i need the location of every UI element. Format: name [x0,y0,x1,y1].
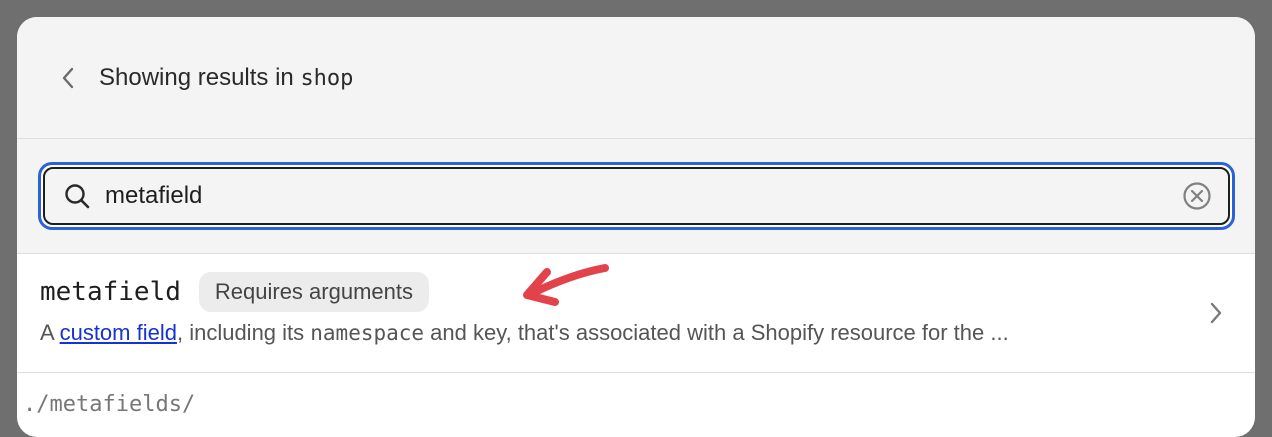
search-box [38,162,1235,230]
annotation-arrow-icon [523,264,609,306]
requires-arguments-badge: Requires arguments [198,272,429,312]
desc-mid: , including its [176,320,311,345]
search-area [17,139,1255,254]
chevron-left-icon [62,67,74,88]
result-description: A custom field, including its namespace … [40,320,1009,346]
result-item[interactable]: metafield Requires arguments A custom fi… [17,254,1255,373]
desc-suffix: and key, that's associated with a Shopif… [424,320,1009,345]
result-title-row: metafield Requires arguments [40,272,429,312]
next-result-path: ./metafields/ [23,392,196,417]
desc-prefix: A [40,320,60,345]
search-icon [63,181,93,211]
result-name: metafield [40,277,181,307]
search-field [43,167,1230,225]
search-input[interactable] [105,176,1180,216]
desc-code: namespace [310,321,425,345]
header-title-prefix: Showing results in [99,63,301,91]
header-title: Showing results in shop [99,64,353,92]
back-button[interactable] [53,63,83,93]
clear-search-button[interactable] [1180,179,1214,213]
header-scope: shop [300,65,354,91]
search-dialog: Showing results in shop metafield metafi… [17,17,1255,437]
dialog-header: Showing results in shop [17,17,1255,139]
custom-field-link[interactable]: custom field [60,320,177,345]
clear-circle-x-icon [1183,182,1211,210]
chevron-right-icon [1210,302,1222,324]
